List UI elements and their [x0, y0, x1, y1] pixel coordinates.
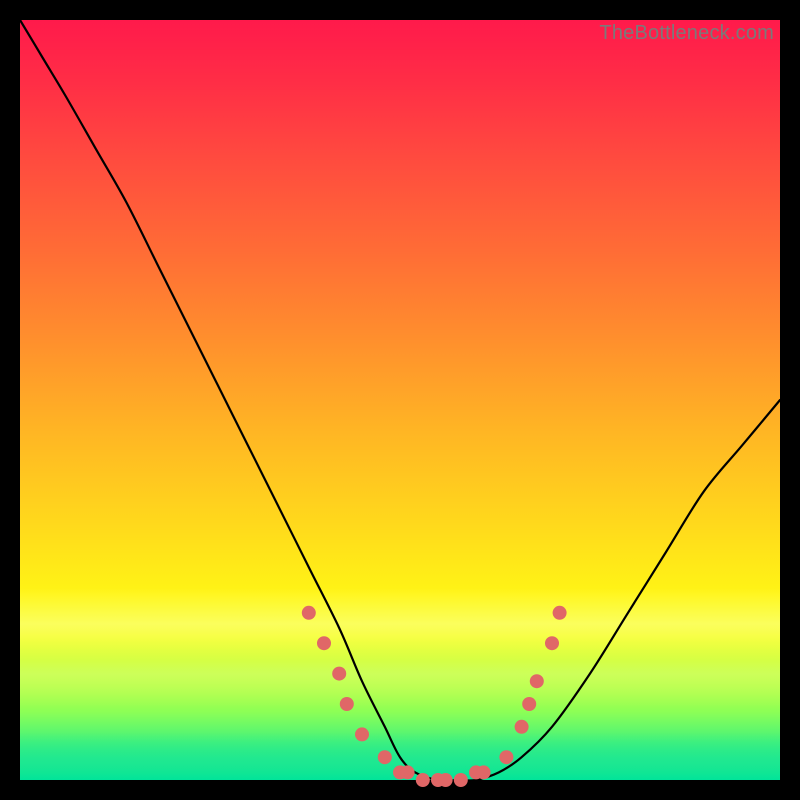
bottleneck-curve [20, 20, 780, 781]
marker-point [355, 727, 369, 741]
marker-point [378, 750, 392, 764]
marker-point [439, 773, 453, 787]
marker-point [454, 773, 468, 787]
marker-point [530, 674, 544, 688]
chart-svg [20, 20, 780, 780]
marker-point [332, 667, 346, 681]
marker-point [553, 606, 567, 620]
marker-point [522, 697, 536, 711]
marker-point [302, 606, 316, 620]
watermark-text: TheBottleneck.com [599, 22, 774, 45]
marker-point [499, 750, 513, 764]
marker-point [317, 636, 331, 650]
marker-point [545, 636, 559, 650]
marker-point [477, 765, 491, 779]
marker-point [515, 720, 529, 734]
marker-point [340, 697, 354, 711]
chart-frame: TheBottleneck.com [20, 20, 780, 780]
marker-point [416, 773, 430, 787]
marker-point [401, 765, 415, 779]
